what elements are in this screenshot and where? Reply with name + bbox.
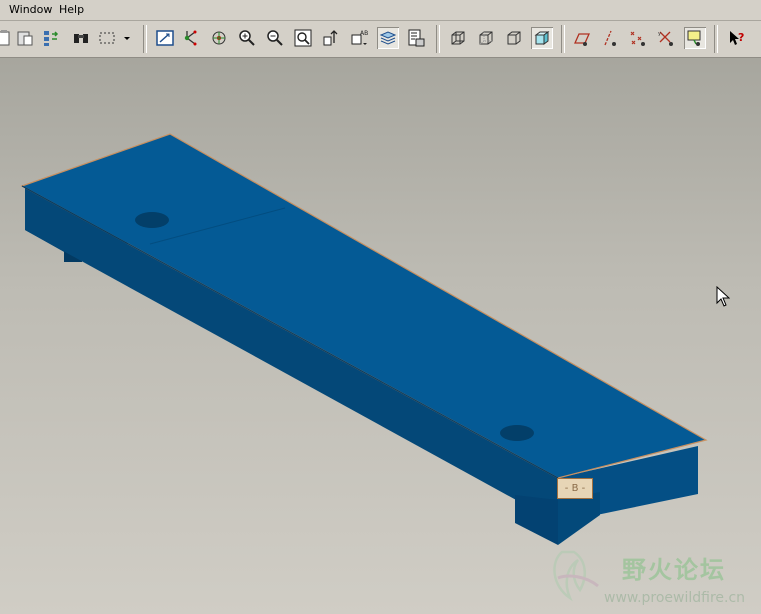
coord-sys-icon[interactable]: y bbox=[655, 27, 677, 49]
refit-icon[interactable] bbox=[292, 27, 314, 49]
orient-mode-icon[interactable] bbox=[208, 27, 230, 49]
menu-bar: Window Help bbox=[0, 0, 761, 21]
part-right-end-lower bbox=[558, 492, 600, 545]
watermark-logo-icon bbox=[553, 550, 599, 602]
zoom-out-icon[interactable] bbox=[264, 27, 286, 49]
part-right-foot bbox=[515, 495, 558, 545]
spin-center-icon[interactable] bbox=[180, 27, 202, 49]
no-hidden-icon[interactable] bbox=[503, 27, 525, 49]
svg-text:?: ? bbox=[738, 31, 744, 44]
dropdown-arrow-icon[interactable] bbox=[120, 27, 134, 49]
watermark-title: 野火论坛 bbox=[622, 556, 726, 584]
main-toolbar: AB y ? bbox=[0, 21, 761, 58]
watermark: 野火论坛 www.proewildfire.cn bbox=[548, 546, 761, 614]
datum-points-icon[interactable] bbox=[627, 27, 649, 49]
datum-axes-icon[interactable] bbox=[599, 27, 621, 49]
reorient-icon[interactable] bbox=[320, 27, 342, 49]
svg-text:y: y bbox=[658, 31, 661, 37]
hidden-line-icon[interactable] bbox=[475, 27, 497, 49]
shading-icon[interactable] bbox=[531, 27, 553, 49]
toolbar-separator bbox=[143, 25, 147, 53]
toolbar-separator bbox=[561, 25, 565, 53]
datum-label-text: - B - bbox=[564, 483, 586, 494]
menu-window[interactable]: Window bbox=[9, 3, 52, 16]
find-icon[interactable] bbox=[70, 27, 92, 49]
model-tree-icon[interactable] bbox=[405, 27, 427, 49]
toolbar-separator bbox=[436, 25, 440, 53]
regenerate-icon[interactable] bbox=[40, 27, 62, 49]
mouse-cursor-icon bbox=[716, 286, 730, 307]
part-hole-2 bbox=[500, 425, 534, 441]
saved-views-icon[interactable]: AB bbox=[348, 27, 370, 49]
datum-label-tag[interactable]: - B - bbox=[557, 478, 593, 499]
repaint-icon[interactable] bbox=[154, 27, 176, 49]
wireframe-icon[interactable] bbox=[447, 27, 469, 49]
watermark-url: www.proewildfire.cn bbox=[604, 590, 746, 606]
part-hole-1 bbox=[135, 212, 169, 228]
zoom-in-icon[interactable] bbox=[236, 27, 258, 49]
part-top-face bbox=[20, 133, 708, 479]
graphics-viewport[interactable]: - B - 野火论坛 www.proewildfire.cn bbox=[0, 58, 761, 614]
layers-icon[interactable] bbox=[377, 27, 399, 49]
toolbar-separator bbox=[714, 25, 718, 53]
svg-text:AB: AB bbox=[360, 30, 368, 37]
menu-help[interactable]: Help bbox=[59, 3, 84, 16]
context-help-icon[interactable]: ? bbox=[726, 27, 748, 49]
select-box-icon[interactable] bbox=[96, 27, 118, 49]
part-model bbox=[20, 133, 708, 545]
paste-special-icon[interactable] bbox=[14, 27, 36, 49]
datum-planes-icon[interactable] bbox=[571, 27, 593, 49]
annotations-icon[interactable] bbox=[684, 27, 706, 49]
